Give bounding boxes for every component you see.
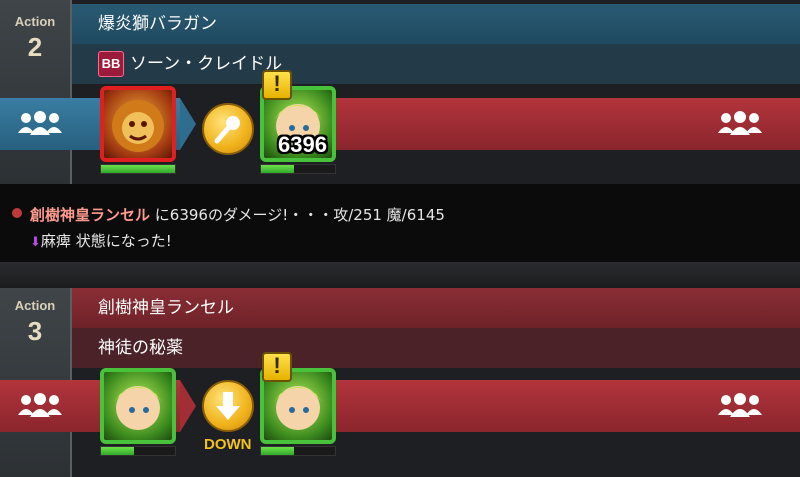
skill-name: ソーン・クレイドル: [130, 54, 283, 74]
attacker-hp-bar: [100, 446, 176, 456]
log-status-text: 状態になった!: [75, 232, 172, 250]
attacker-card[interactable]: [100, 86, 176, 162]
lion-portrait-icon: [112, 100, 164, 152]
lane-arrow: [180, 98, 196, 150]
hp-fill: [101, 165, 175, 173]
log-status-name: 麻痺: [40, 232, 71, 250]
action-number: 2: [27, 32, 43, 62]
hp-fill: [261, 447, 295, 455]
arrow-down-icon: [216, 392, 240, 420]
action-number: 3: [27, 316, 43, 346]
skill-icon-button: [202, 380, 254, 432]
microphone-icon: [214, 116, 240, 144]
skill-name-bar: 神徒の秘薬: [72, 328, 800, 368]
party-icon: [18, 393, 62, 417]
hero-portrait-icon: [274, 386, 322, 430]
attacker-hp-bar: [100, 164, 176, 174]
purple-down-arrow-icon: ⬇: [30, 235, 41, 250]
action-label: Action: [14, 298, 56, 313]
hero-portrait-icon: [114, 386, 162, 430]
target-hp-bar: [260, 446, 336, 456]
hp-fill: [101, 447, 135, 455]
monster-name: 爆炎獅バラガン: [98, 14, 217, 34]
enemy-party-icon: [718, 393, 762, 417]
monster-name-bar: 創樹神皇ランセル: [72, 288, 800, 328]
battle-log: 創樹神皇ランセル に6396のダメージ!・・・攻/251 魔/6145 ⬇麻痺 …: [0, 184, 800, 262]
skill-name: 神徒の秘薬: [98, 338, 183, 358]
action-2-box: Action 2: [0, 0, 72, 184]
attacker-card[interactable]: [100, 368, 176, 444]
bb-badge: BB: [98, 51, 124, 77]
log-line-2: ⬇麻痺 状態になった!: [30, 230, 172, 251]
party-icon: [18, 111, 62, 135]
log-damage-text: に6396のダメージ!・・・攻/251 魔/6145: [154, 206, 445, 224]
enemy-party-icon: [718, 111, 762, 135]
monster-name-bar: 爆炎獅バラガン: [72, 4, 800, 44]
monster-name: 創樹神皇ランセル: [98, 298, 234, 318]
log-line-1: 創樹神皇ランセル に6396のダメージ!・・・攻/251 魔/6145: [30, 204, 445, 225]
warning-icon: !: [262, 70, 292, 100]
skill-name-bar: BB ソーン・クレイドル: [72, 44, 800, 84]
damage-number: 6396: [278, 132, 327, 157]
action-label: Action: [14, 14, 56, 29]
warning-icon: !: [262, 352, 292, 382]
effect-label: DOWN: [204, 436, 252, 453]
skill-icon-button: [202, 103, 254, 155]
section-divider: [0, 262, 800, 288]
target-hp-bar: [260, 164, 336, 174]
hp-fill: [261, 165, 295, 173]
lane-arrow: [180, 380, 196, 432]
log-bullet: [12, 208, 22, 218]
log-target-name: 創樹神皇ランセル: [30, 206, 151, 224]
